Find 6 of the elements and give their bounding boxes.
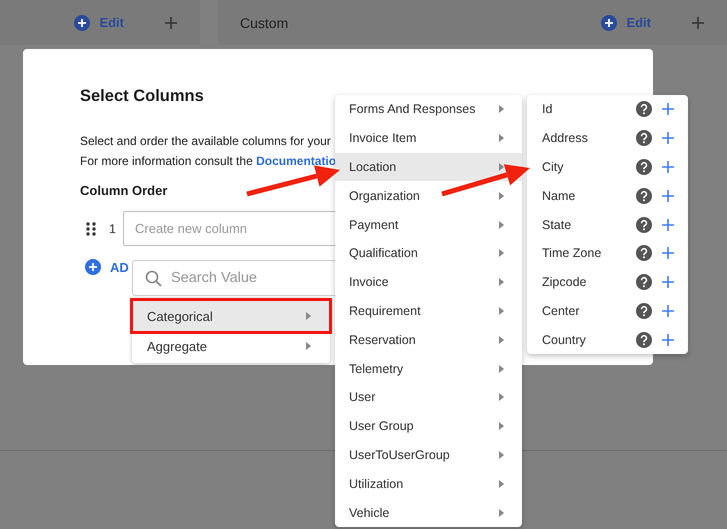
- panel-title: Custom: [240, 14, 288, 30]
- description-text: Select and order the available columns for your: [80, 133, 331, 150]
- column-order-label: Column Order: [80, 183, 168, 198]
- dialog-title: Select Columns: [80, 87, 205, 106]
- row-number: 1: [109, 222, 117, 236]
- info-text: For more information consult the Documentatio: [80, 153, 336, 170]
